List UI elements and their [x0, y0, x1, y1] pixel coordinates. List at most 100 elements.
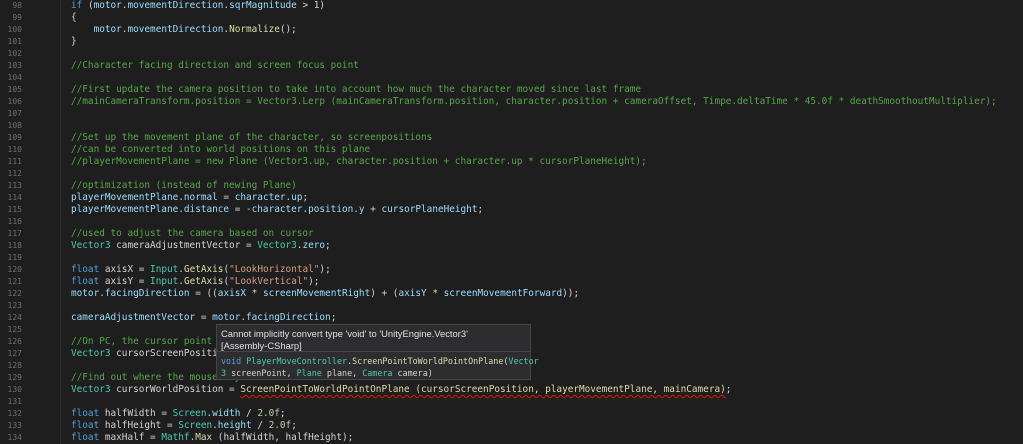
- code-token: ;: [325, 240, 331, 251]
- code-token: motor: [212, 312, 241, 323]
- code-line[interactable]: 119: [0, 252, 1023, 264]
- code-token: PlayerMoveController: [246, 356, 348, 366]
- code-line[interactable]: 107: [0, 108, 1023, 120]
- code-token: //can be converted into world positions …: [71, 144, 371, 155]
- code-token: {: [71, 12, 77, 23]
- line-number: 101: [7, 37, 22, 46]
- code-line[interactable]: 134 float maxHalf = Mathf.Max (halfWidth,…: [0, 432, 1023, 444]
- code-token: sqrMagnitude: [229, 0, 297, 11]
- code-token: motor: [93, 0, 122, 11]
- line-code: playerMovementPlane.distance = -characte…: [71, 204, 483, 216]
- code-token: halfHeight =: [99, 420, 179, 431]
- code-line[interactable]: 116: [0, 216, 1023, 228]
- code-token: "LookHorizontal": [229, 264, 320, 275]
- code-line[interactable]: 109 //Set up the movement plane of the ch…: [0, 132, 1023, 144]
- code-line[interactable]: 131: [0, 396, 1023, 408]
- code-token: Normalize: [229, 24, 280, 35]
- code-token: //optimization (instead of newing Plane): [71, 180, 297, 191]
- line-number: 127: [7, 349, 22, 358]
- line-number: 105: [7, 85, 22, 94]
- line-code: //Find out where the mouse ray: [71, 372, 240, 384]
- line-code: //Character facing direction and screen …: [71, 60, 359, 72]
- code-token: width: [212, 408, 241, 419]
- line-number: 122: [7, 289, 22, 298]
- line-number: 107: [7, 109, 22, 118]
- line-number: 112: [7, 169, 22, 178]
- code-token: character: [234, 192, 286, 203]
- line-code: float maxHalf = Mathf.Max (halfWidth, ha…: [71, 432, 353, 444]
- line-number: 130: [7, 385, 22, 394]
- code-line[interactable]: 118 Vector3 cameraAdjustmentVector = Vect…: [0, 240, 1023, 252]
- code-token: character: [251, 204, 303, 215]
- code-token: facingDirection: [104, 288, 190, 299]
- code-token: 2.0f: [268, 420, 292, 431]
- code-token: axisX: [217, 288, 247, 299]
- code-line[interactable]: 117 //used to adjust the camera based on …: [0, 228, 1023, 240]
- assembly-label: [Assembly-CSharp]: [221, 340, 302, 351]
- code-token: screenPoint,: [226, 368, 297, 378]
- code-token: Vector3: [257, 240, 297, 251]
- line-code: float axisY = Input.GetAxis("LookVertica…: [71, 276, 319, 288]
- code-line[interactable]: 124 cameraAdjustmentVector = motor.facing…: [0, 312, 1023, 324]
- code-token: position: [308, 204, 354, 215]
- code-token: ;: [302, 192, 309, 203]
- code-line[interactable]: 98 if (motor.movementDirection.sqrMagnitu…: [0, 0, 1023, 12]
- line-number: 99: [12, 13, 22, 22]
- line-number: 116: [7, 217, 22, 226]
- code-line[interactable]: 100 motor.movementDirection.Normalize();: [0, 24, 1023, 36]
- code-token: //First update the camera position to ta…: [71, 84, 642, 95]
- code-line[interactable]: 104: [0, 72, 1023, 84]
- code-token: Screen: [172, 408, 207, 419]
- code-token: if: [71, 0, 83, 11]
- code-line[interactable]: 114 playerMovementPlane.normal = characte…: [0, 192, 1023, 204]
- code-token: float: [71, 420, 100, 431]
- code-token: ;: [291, 420, 297, 431]
- code-line[interactable]: 132 float halfWidth = Screen.width / 2.0f…: [0, 408, 1023, 420]
- line-code: {: [71, 12, 77, 24]
- line-number: 103: [7, 61, 22, 70]
- code-token: facingDirection: [246, 312, 331, 323]
- code-line[interactable]: 121 float axisY = Input.GetAxis("LookVert…: [0, 276, 1023, 288]
- code-line[interactable]: 102: [0, 48, 1023, 60]
- code-token: height: [217, 420, 252, 431]
- line-code: //used to adjust the camera based on cur…: [71, 228, 314, 240]
- code-line[interactable]: 108: [0, 120, 1023, 132]
- line-code: //optimization (instead of newing Plane): [71, 180, 297, 192]
- code-line[interactable]: 122 motor.facingDirection = ((axisX * scr…: [0, 288, 1023, 300]
- code-line[interactable]: 111 //playerMovementPlane = new Plane (Ve…: [0, 156, 1023, 168]
- code-token: motor: [93, 24, 122, 35]
- line-number: 131: [7, 397, 22, 406]
- code-token: (halfWidth, halfHeight);: [212, 432, 354, 443]
- line-number: 115: [7, 205, 22, 214]
- code-line[interactable]: 133 float halfHeight = Screen.height / 2.…: [0, 420, 1023, 432]
- code-token: =: [217, 192, 235, 203]
- code-token: float: [71, 432, 100, 443]
- line-number: 100: [7, 25, 22, 34]
- line-code: float halfWidth = Screen.width / 2.0f;: [71, 408, 286, 420]
- code-token: );: [308, 276, 320, 287]
- line-number: 134: [7, 433, 22, 442]
- code-line[interactable]: 101}: [0, 36, 1023, 48]
- code-token: //used to adjust the camera based on cur…: [71, 228, 314, 239]
- code-line[interactable]: 120 float axisX = Input.GetAxis("LookHori…: [0, 264, 1023, 276]
- code-line[interactable]: 113 //optimization (instead of newing Pla…: [0, 180, 1023, 192]
- code-token: motor: [71, 288, 100, 299]
- code-token: axisY =: [99, 276, 151, 287]
- code-line[interactable]: 103 //Character facing direction and scre…: [0, 60, 1023, 72]
- code-line[interactable]: 105 //First update the camera position to…: [0, 84, 1023, 96]
- line-code: cameraAdjustmentVector = motor.facingDir…: [71, 312, 336, 324]
- code-line[interactable]: 112: [0, 168, 1023, 180]
- code-line[interactable]: 115 playerMovementPlane.distance = -chara…: [0, 204, 1023, 216]
- code-line[interactable]: 106 //mainCameraTransform.position = Vect…: [0, 96, 1023, 108]
- line-number: 109: [7, 133, 22, 142]
- code-token: Plane: [296, 368, 322, 378]
- code-token: movementDirection: [127, 24, 224, 35]
- line-code: //First update the camera position to ta…: [71, 84, 641, 96]
- code-line[interactable]: 110 //can be converted into world positio…: [0, 144, 1023, 156]
- line-number: 119: [7, 253, 22, 262]
- code-line[interactable]: 99 {: [0, 12, 1023, 24]
- line-code: //can be converted into world positions …: [71, 144, 370, 156]
- code-line[interactable]: 123: [0, 300, 1023, 312]
- code-token: screenMovementRight: [262, 288, 371, 299]
- code-line[interactable]: 130 Vector3 cursorWorldPosition = ScreenP…: [0, 384, 1023, 396]
